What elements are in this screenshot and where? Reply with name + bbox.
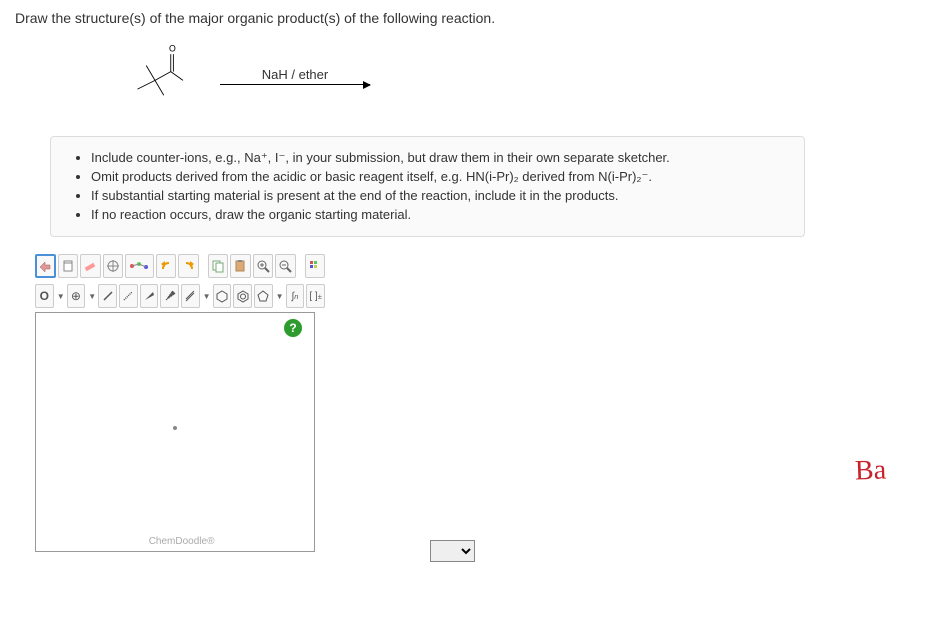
wedge-bond-tool[interactable] [140,284,159,308]
instruction-item: Include counter-ions, e.g., Na⁺, I⁻, in … [91,149,786,168]
bracket-tool[interactable]: [ ]± [306,284,325,308]
benzene-tool[interactable] [213,284,232,308]
instruction-item: If substantial starting material is pres… [91,187,786,206]
single-bond-tool[interactable] [98,284,117,308]
redo-button[interactable] [178,254,198,278]
toolbar-row-2: O ▼ ⊕ ▼ ▼ ▼ ∫n [ ]± [35,282,325,310]
help-button[interactable]: ? [284,319,302,337]
settings-button[interactable] [305,254,325,278]
question-prompt: Draw the structure(s) of the major organ… [0,0,936,31]
recessed-bond-tool[interactable] [119,284,138,308]
chevron-down-icon[interactable]: ▼ [88,292,96,301]
reagent-label: NaH / ether [262,67,328,82]
handwritten-annotation: Ba [854,454,886,487]
zoom-out-button[interactable] [275,254,295,278]
move-tool[interactable] [35,254,56,278]
dashed-wedge-tool[interactable] [160,284,179,308]
chevron-down-icon[interactable]: ▼ [276,292,284,301]
sketcher-container: O ▼ ⊕ ▼ ▼ ▼ ∫n [ ]± ? ChemDoodle® [35,252,325,552]
answer-dropdown[interactable] [430,540,475,562]
instructions-panel: Include counter-ions, e.g., Na⁺, I⁻, in … [50,136,805,237]
paste-button[interactable] [230,254,250,278]
placeholder-atom[interactable] [173,426,177,430]
undo-button[interactable] [156,254,176,278]
reaction-scheme: O NaH / ether [0,31,936,121]
element-picker[interactable]: O [35,284,54,308]
copy-button[interactable] [208,254,228,278]
clear-tool[interactable] [58,254,78,278]
zoom-in-button[interactable] [253,254,273,278]
watermark-label: ChemDoodle® [149,536,215,547]
chevron-down-icon[interactable]: ▼ [203,292,211,301]
cyclohexane-tool[interactable] [233,284,252,308]
charge-tool[interactable]: ⊕ [67,284,86,308]
center-tool[interactable] [103,254,123,278]
erase-tool[interactable] [80,254,100,278]
svg-text:O: O [169,44,176,54]
clean-tool[interactable] [125,254,154,278]
reaction-arrow: NaH / ether [220,67,370,85]
double-bond-tool[interactable] [181,284,200,308]
instruction-item: If no reaction occurs, draw the organic … [91,206,786,225]
reactant-structure: O [120,41,190,111]
chain-tool[interactable]: ∫n [286,284,305,308]
chevron-down-icon[interactable]: ▼ [57,292,65,301]
instruction-item: Omit products derived from the acidic or… [91,168,786,187]
drawing-canvas[interactable]: ? ChemDoodle® [35,312,315,552]
cyclopentane-tool[interactable] [254,284,273,308]
toolbar-row-1 [35,252,325,280]
